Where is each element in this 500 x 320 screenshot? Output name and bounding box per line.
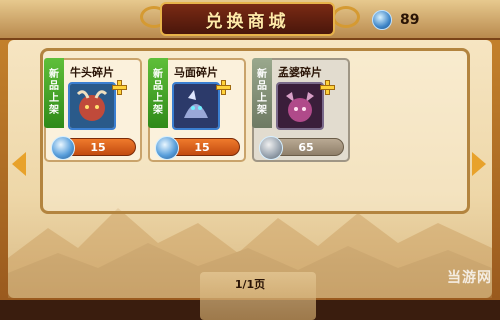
- item-portrait: [276, 82, 324, 130]
- item-portrait: [172, 82, 220, 130]
- item-card[interactable]: 新 品 上 架 牛头碎片 15: [44, 58, 142, 162]
- item-price: 15: [194, 140, 210, 154]
- item-card[interactable]: 新 品 上 架 孟婆碎片 65: [252, 58, 350, 162]
- arrow-left-icon[interactable]: [12, 152, 26, 176]
- item-price: 65: [298, 140, 314, 154]
- watermark: 当游网: [392, 262, 492, 292]
- watermark-text: 当游网: [447, 270, 492, 286]
- item-card[interactable]: 新 品 上 架 马面碎片 15: [148, 58, 246, 162]
- fragment-plus-icon: [216, 80, 231, 95]
- price-button[interactable]: 15: [51, 136, 136, 160]
- scroll-ornament-right-icon: [332, 6, 360, 28]
- new-badge: 新 品 上 架: [148, 58, 168, 128]
- item-name: 牛头碎片: [70, 66, 114, 79]
- item-name: 马面碎片: [174, 66, 218, 79]
- arrow-right-icon[interactable]: [472, 152, 486, 176]
- gem-icon: [259, 136, 283, 160]
- price-button[interactable]: 15: [155, 136, 240, 160]
- gem-icon: [372, 10, 392, 30]
- currency-amount: 89: [400, 12, 420, 28]
- fragment-plus-icon: [320, 80, 335, 95]
- price-button[interactable]: 65: [259, 136, 344, 160]
- page-title: 兑换商城: [205, 11, 290, 32]
- header-bar: 兑换商城 89: [0, 0, 500, 40]
- item-portrait: [68, 82, 116, 130]
- shop-window: 兑换商城 89 新 品 上 架 牛头碎片 15 新 品 上 架 马面碎片 15 …: [0, 0, 500, 320]
- currency-display: 89: [372, 10, 419, 30]
- new-badge: 新 品 上 架: [252, 58, 272, 128]
- gem-icon: [51, 136, 75, 160]
- new-badge: 新 品 上 架: [44, 58, 64, 128]
- item-price: 15: [90, 140, 106, 154]
- title-plate: 兑换商城: [160, 2, 335, 36]
- gem-icon: [155, 136, 179, 160]
- fragment-plus-icon: [112, 80, 127, 95]
- page-indicator: 1/1页: [234, 278, 266, 291]
- item-name: 孟婆碎片: [278, 66, 322, 79]
